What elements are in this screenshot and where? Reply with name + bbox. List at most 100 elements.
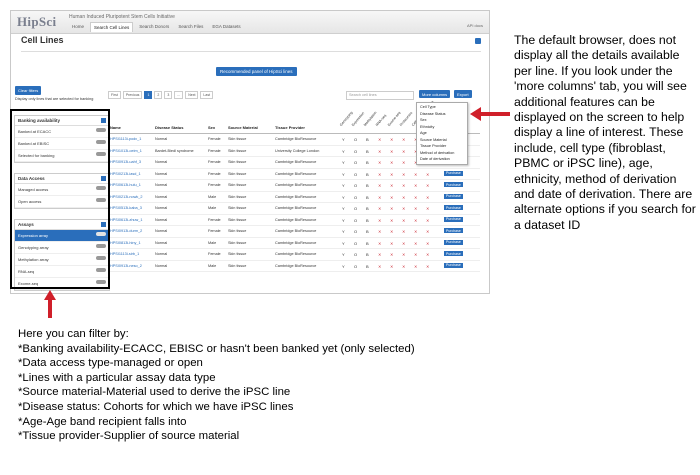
more-columns-button[interactable]: More columns <box>419 90 451 98</box>
recommended-panel-button[interactable]: Recommended panel of HipSci lines <box>216 67 297 76</box>
cell-name[interactable]: HPSI0913i-durm_2 <box>110 229 142 233</box>
nav-search-files[interactable]: Search Files <box>175 22 206 32</box>
assay-mark-icon: ✕ <box>378 252 382 257</box>
cell-name[interactable]: HPSI1113i-podx_1 <box>110 137 141 141</box>
cell-name[interactable]: HPSI1013i-oeim_1 <box>110 149 142 153</box>
assay-mark-icon: Y <box>342 217 345 223</box>
col-name[interactable]: Name <box>110 125 121 130</box>
assay-mark-icon: ✕ <box>402 171 406 177</box>
clear-filters-button[interactable]: Clear filters <box>15 86 42 95</box>
col-sex[interactable]: Sex <box>208 125 215 130</box>
cell-name[interactable]: HPSI0213i-nowk_2 <box>110 195 143 199</box>
table-row[interactable]: HPSI0913i-durm_2 Normal Female Skin tissue C… <box>110 226 480 238</box>
api-docs-link[interactable]: API docs <box>467 23 483 28</box>
purchase-button[interactable]: Purchase <box>444 182 463 187</box>
col-disease-status[interactable]: Disease Status <box>155 125 183 130</box>
assay-mark-icon: O <box>354 263 358 269</box>
cell-name[interactable]: HPSI0913i-uahf_3 <box>110 160 141 164</box>
annotation-line: *Tissue provider-Supplier of source mate… <box>18 430 240 443</box>
pager-first[interactable]: First <box>108 91 121 99</box>
cell-sex: Female <box>208 229 221 233</box>
pager-next[interactable]: Next <box>185 91 199 99</box>
assay-mark-icon: ✕ <box>378 206 382 211</box>
col-tissue-provider[interactable]: Tissue Provider <box>275 125 305 130</box>
assay-mark-icon: ✕ <box>378 137 382 142</box>
cell-sex: Female <box>208 171 221 176</box>
cell-disease: Bardet-Biedl syndrome <box>155 148 194 153</box>
purchase-button[interactable]: Purchase <box>444 170 463 176</box>
purchase-button[interactable]: Purchase <box>444 262 463 268</box>
assay-mark-icon: Y <box>342 137 345 142</box>
pager-page-2[interactable]: 2 <box>154 91 163 99</box>
assay-mark-icon: ✕ <box>414 252 418 257</box>
cell-provider: Cambridge BioResource <box>275 171 317 176</box>
assay-mark-icon: ✕ <box>402 183 406 188</box>
pager-last[interactable]: Last <box>200 91 214 99</box>
search-input[interactable]: Search cell lines <box>346 91 414 100</box>
assay-mark-icon: ✕ <box>390 229 394 234</box>
nav-search-cell-lines[interactable]: Search Cell Lines <box>90 22 134 32</box>
cell-name[interactable]: HPSI0913i-neso_2 <box>110 264 142 268</box>
nav-search-donors[interactable]: Search Donors <box>136 22 172 32</box>
only-banking-checkbox[interactable]: Display only lines that are selected for… <box>15 97 95 102</box>
nav-home[interactable]: Home <box>69 22 87 32</box>
nav-ega-datasets[interactable]: EGA Datasets <box>209 22 243 32</box>
table-row[interactable]: HPSI1113i-sirb_1 Normal Female Skin tissue C… <box>110 249 480 261</box>
cell-sex: Female <box>208 160 221 164</box>
purchase-button[interactable]: Purchase <box>444 193 463 199</box>
purchase-button[interactable]: Purchase <box>444 228 463 233</box>
purchase-button[interactable]: Purchase <box>444 251 463 256</box>
assay-mark-icon: ✕ <box>414 263 418 269</box>
pager-page-1[interactable]: 1 <box>144 91 153 99</box>
assay-mark-icon: B <box>366 217 369 223</box>
table-row[interactable]: HPSI0213i-nowk_2 Normal Male Skin tissue Cam… <box>110 192 480 203</box>
cell-name[interactable]: HPSI0513i-kaba_3 <box>110 206 142 210</box>
purchase-button[interactable]: Purchase <box>444 239 463 245</box>
cell-disease: Normal <box>155 183 168 187</box>
assay-mark-icon: ✕ <box>426 206 430 211</box>
table-row[interactable]: HPSI0213i-iasd_1 Normal Female Skin tissue C… <box>110 169 480 180</box>
assay-mark-icon: ✕ <box>426 217 430 223</box>
assay-mark-icon: ✕ <box>378 263 382 269</box>
assay-mark-icon: ✕ <box>390 194 394 200</box>
assay-mark-icon: B <box>366 137 369 142</box>
table-row[interactable]: HPSI0513i-kaba_3 Normal Male Skin tissue Cam… <box>110 203 480 215</box>
cell-name[interactable]: HPSI0613i-hulu_1 <box>110 183 141 187</box>
export-button[interactable]: Export <box>454 90 472 98</box>
cell-source: Skin tissue <box>228 148 247 153</box>
menu-item[interactable]: Date of derivation <box>417 156 467 163</box>
assay-mark-icon: ✕ <box>402 148 406 154</box>
assay-mark-icon: ✕ <box>402 252 406 257</box>
col-source-material[interactable]: Source Material <box>228 125 258 130</box>
cell-name[interactable]: HPSI1113i-sirb_1 <box>110 252 139 256</box>
assay-mark-icon: O <box>354 240 358 246</box>
assay-mark-icon: Y <box>342 252 345 257</box>
cell-sex: Female <box>208 252 221 256</box>
home-icon[interactable] <box>475 38 481 44</box>
annotation-line: *Lines with a particular assay data type <box>18 371 216 384</box>
hipsci-logo[interactable]: HipSci <box>17 14 56 30</box>
table-row[interactable]: HPSI0613i-hulu_1 Normal Female Skin tissue C… <box>110 180 480 192</box>
left-arrow-icon <box>470 107 510 121</box>
assay-mark-icon: ✕ <box>402 194 406 200</box>
pager-previous[interactable]: Previous <box>122 91 143 99</box>
assay-mark-icon: B <box>366 148 369 154</box>
assay-mark-icon: B <box>366 171 369 177</box>
purchase-button[interactable]: Purchase <box>444 205 463 210</box>
table-row[interactable]: HPSI0813i-hiny_1 Normal Male Skin tissue Cam… <box>110 238 480 249</box>
cell-name[interactable]: HPSI0813i-hiny_1 <box>110 241 141 245</box>
purchase-button[interactable]: Purchase <box>444 216 463 222</box>
main-nav: Home Search Cell Lines Search Donors Sea… <box>69 22 244 32</box>
assay-mark-icon: ✕ <box>426 194 430 200</box>
assay-mark-icon: ✕ <box>426 240 430 246</box>
cell-name[interactable]: HPSI0613i-zhuw_1 <box>110 218 143 222</box>
filter-highlight-box <box>10 109 110 289</box>
pagination: First Previous 1 2 3 ... Next Last <box>108 91 214 99</box>
assay-mark-icon: ✕ <box>426 183 430 188</box>
assay-mark-icon: ✕ <box>402 206 406 211</box>
pager-page-3[interactable]: 3 <box>164 91 173 99</box>
assay-mark-icon: ✕ <box>378 183 382 188</box>
table-row[interactable]: HPSI0613i-zhuw_1 Normal Female Skin tissue C… <box>110 215 480 226</box>
table-row[interactable]: HPSI0913i-neso_2 Normal Male Skin tissue Cam… <box>110 261 480 272</box>
cell-name[interactable]: HPSI0213i-iasd_1 <box>110 172 141 176</box>
